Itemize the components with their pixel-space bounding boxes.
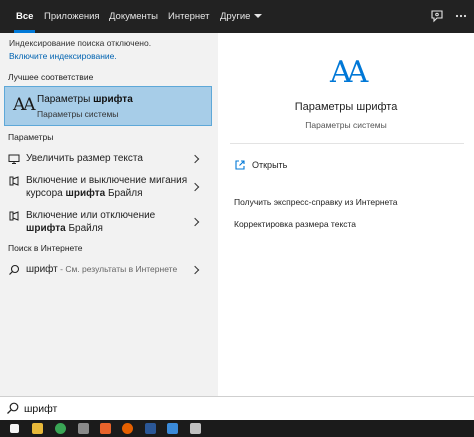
divider [230, 143, 464, 144]
settings-item-label: Включение и выключение мигания [26, 175, 188, 186]
preview-subtitle: Параметры системы [305, 120, 387, 130]
app-icon[interactable] [167, 423, 178, 434]
file-explorer-icon[interactable] [32, 423, 43, 434]
tab-apps[interactable]: Приложения [44, 0, 100, 33]
font-settings-icon: AA [13, 95, 36, 115]
settings-item-label: Включение или отключение [26, 210, 156, 221]
web-search-header: Поиск в Интернете [8, 243, 83, 253]
help-header: Получить экспресс-справку из Интернета [234, 197, 398, 207]
best-match-title-plain: Параметры [37, 94, 94, 105]
font-settings-icon: AA [330, 55, 368, 90]
settings-item-label-line2-bold: шрифта [26, 223, 66, 234]
taskbar [0, 420, 474, 437]
chevron-right-icon [190, 265, 200, 275]
more-options-icon[interactable] [454, 9, 468, 23]
settings-item-braille-toggle[interactable]: Включение или отключение шрифта Брайля [0, 207, 210, 237]
web-search-query: шрифт [26, 264, 58, 275]
firefox-icon[interactable] [122, 423, 133, 434]
word-icon[interactable] [145, 423, 156, 434]
feedback-icon[interactable] [430, 9, 444, 23]
brave-browser-icon[interactable] [100, 423, 111, 434]
display-icon [8, 154, 20, 164]
web-search-suffix: - См. результаты в Интернете [57, 264, 178, 274]
start-icon[interactable] [10, 424, 19, 433]
settings-item-increase-text-size[interactable]: Увеличить размер текста [0, 150, 210, 168]
search-icon [9, 264, 20, 275]
chevron-right-icon [190, 217, 200, 227]
best-match-title-bold: шрифта [93, 94, 133, 105]
web-search-text: шрифт - См. результаты в Интернете [26, 263, 177, 276]
tab-documents[interactable]: Документы [109, 0, 158, 33]
settings-header: Параметры [8, 132, 54, 142]
tab-all[interactable]: Все [13, 0, 36, 33]
open-icon [235, 160, 245, 170]
settings-item-braille-cursor-blink[interactable]: Включение и выключение мигания курсора ш… [0, 172, 210, 202]
help-link-text-size[interactable]: Корректировка размера текста [234, 219, 356, 229]
tab-web[interactable]: Интернет [168, 0, 209, 33]
best-match-item[interactable]: AA Параметры шрифта Параметры системы [4, 86, 212, 126]
indexing-notice: Индексирование поиска отключено. [9, 38, 152, 48]
accessibility-icon [9, 176, 19, 186]
preview-title: Параметры шрифта [294, 101, 398, 113]
settings-item-label-line2-post: Брайля [105, 188, 143, 199]
settings-item-label-line2-post: Брайля [65, 223, 103, 234]
settings-item-label-line2-bold: шрифта [65, 188, 106, 199]
settings-item-label: Увеличить размер текста [26, 153, 143, 164]
best-match-header: Лучшее соответствие [8, 72, 94, 82]
accessibility-icon [9, 211, 19, 221]
best-match-title: Параметры шрифта [37, 94, 133, 105]
tab-more[interactable]: Другие [220, 0, 263, 33]
settings-item-label-line2: шрифта Брайля [26, 222, 103, 235]
enable-indexing-link[interactable]: Включите индексирование. [9, 51, 117, 61]
open-action[interactable]: Открыть [252, 160, 287, 170]
tab-more-label: Другие [220, 11, 251, 22]
search-box [0, 396, 474, 420]
best-match-subtitle: Параметры системы [37, 109, 119, 119]
search-input[interactable] [24, 400, 464, 418]
chevron-right-icon [190, 154, 200, 164]
preview-panel: AA Параметры шрифта Параметры системы От… [218, 33, 474, 396]
settings-item-label-line2: курсора шрифта Брайля [26, 187, 143, 200]
app-icon[interactable] [190, 423, 201, 434]
web-search-result[interactable]: шрифт - См. результаты в Интернете [0, 261, 210, 279]
chevron-down-icon [254, 14, 263, 18]
search-scope-tabs: Все Приложения Документы Интернет Другие [0, 0, 474, 33]
search-icon [7, 402, 19, 414]
app-icon[interactable] [78, 423, 89, 434]
chevron-right-icon [190, 182, 200, 192]
utorrent-icon[interactable] [55, 423, 66, 434]
settings-item-label-line2-pre: курсора [26, 188, 66, 199]
